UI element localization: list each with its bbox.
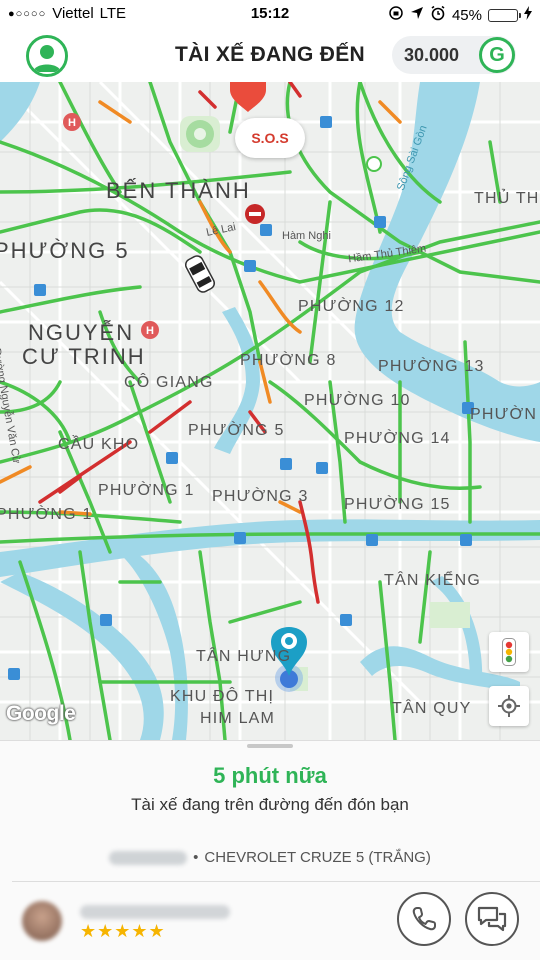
- credit-amount: 30.000: [404, 44, 460, 65]
- district-label: TÂN KIỂNG: [384, 572, 482, 589]
- my-location-button[interactable]: [489, 686, 529, 726]
- district-label: TÂN QUY: [392, 700, 472, 717]
- district-label: PHƯỜNG 3: [212, 488, 309, 505]
- district-label: BẾN THÀNH: [106, 178, 251, 203]
- header-bar: TÀI XẾ ĐANG ĐẾN 30.000 G: [0, 28, 540, 82]
- district-label: PHƯỜNG 1: [98, 482, 195, 499]
- district-label: PHƯỜNG 13: [378, 358, 485, 375]
- rotation-lock-icon: [388, 5, 404, 25]
- battery-percent: 45%: [451, 6, 482, 24]
- district-label: PHƯỜNG 14: [344, 430, 451, 447]
- district-label: PHƯỜNG 5: [0, 238, 130, 263]
- chat-driver-button[interactable]: [465, 892, 519, 946]
- call-driver-button[interactable]: [397, 892, 451, 946]
- district-label: PHƯỜN: [470, 406, 538, 423]
- app-screen: ●○○○○ Viettel LTE 15:12 45% TÀI XẾ ĐANG …: [0, 0, 540, 960]
- divider: [12, 881, 540, 882]
- street-label: Hàm Nghi: [282, 230, 331, 242]
- map-canvas: H H: [0, 82, 540, 740]
- driver-avatar: [22, 901, 62, 941]
- district-label: HIM LAM: [200, 710, 276, 727]
- credit-balance[interactable]: 30.000 G: [392, 36, 516, 74]
- license-plate-blurred: [109, 850, 188, 865]
- phone-icon: [412, 907, 436, 931]
- district-label: PHƯỜNG 15: [344, 496, 451, 513]
- district-label: CÔ GIANG: [124, 374, 214, 391]
- eta-subtitle: Tài xế đang trên đường đến đón bạn: [131, 795, 409, 814]
- district-label: TÂN HƯNG: [196, 648, 292, 665]
- district-label: CƯ TRINH: [22, 344, 146, 369]
- battery-icon: [488, 8, 521, 22]
- district-label: PHƯỜNG 12: [298, 298, 405, 315]
- traffic-light-icon: [502, 638, 516, 666]
- eta-time: 5 phút nữa: [213, 763, 327, 788]
- district-label: PHƯỜNG 10: [304, 392, 411, 409]
- trip-details-sheet[interactable]: 5 phút nữa Tài xế đang trên đường đến đó…: [0, 740, 540, 960]
- map-view[interactable]: H H BẾN THÀNH PHƯỜNG 5 NGUYỄN CƯ TRINH C…: [0, 82, 540, 740]
- district-label: PHƯỜNG 8: [240, 352, 337, 369]
- charging-icon: [524, 6, 532, 24]
- separator-dot: •: [193, 849, 199, 866]
- district-label: KHU ĐÔ THỊ: [170, 688, 275, 705]
- svg-text:H: H: [68, 117, 76, 129]
- driver-rating-stars: ★★★★★: [80, 921, 166, 941]
- vehicle-model: CHEVROLET CRUZE 5 (TRẮNG): [204, 849, 431, 866]
- status-bar: ●○○○○ Viettel LTE 15:12 45%: [0, 0, 540, 28]
- district-label: PHƯỜNG 5: [188, 422, 285, 439]
- district-label: CẦU KHO: [58, 436, 140, 453]
- sos-button[interactable]: S.O.S: [235, 118, 305, 158]
- sheet-drag-handle[interactable]: [247, 744, 293, 748]
- google-attribution: Google: [6, 702, 76, 725]
- grab-logo-icon: G: [479, 37, 515, 73]
- crosshair-icon: [498, 695, 520, 717]
- svg-text:H: H: [146, 325, 154, 337]
- traffic-toggle-button[interactable]: [489, 632, 529, 672]
- chat-icon: [477, 906, 507, 932]
- alarm-icon: [430, 5, 446, 25]
- district-label: PHƯỜNG 1: [0, 506, 93, 523]
- district-label: NGUYỄN: [28, 320, 135, 345]
- vehicle-info: • CHEVROLET CRUZE 5 (TRẮNG): [0, 849, 540, 866]
- driver-name-blurred: [80, 905, 230, 919]
- district-label: THỦ THI: [474, 190, 540, 207]
- location-arrow-icon: [410, 6, 424, 24]
